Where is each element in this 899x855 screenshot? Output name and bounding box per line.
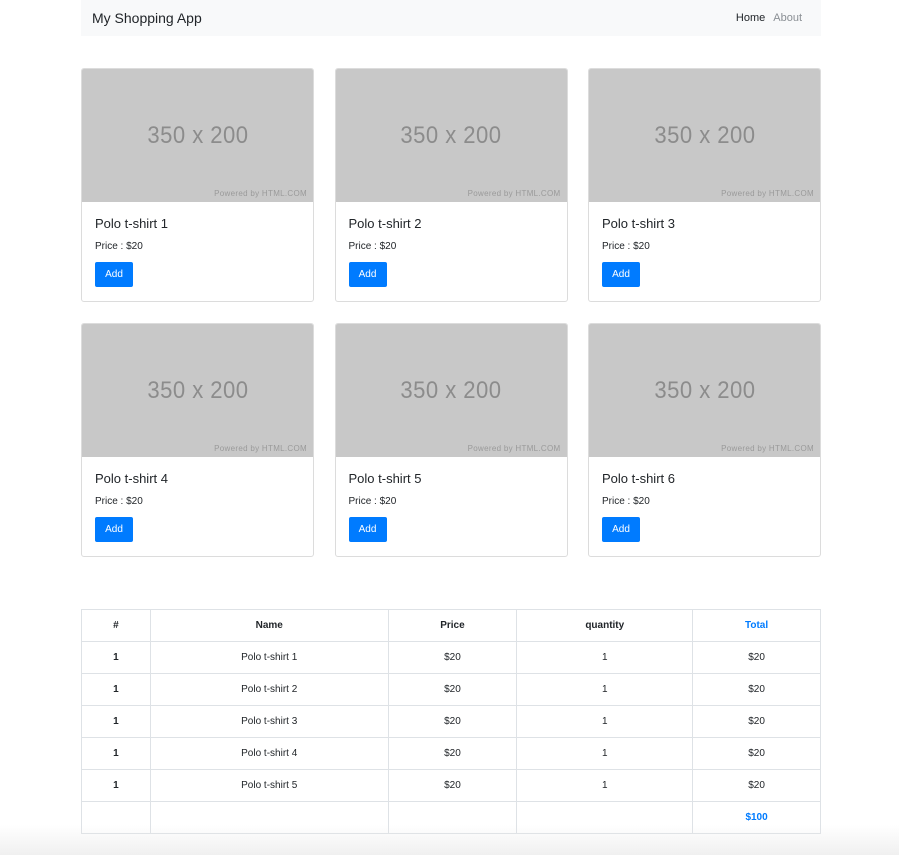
product-card: 350 x 200 Powered by HTML.COM Polo t-shi… (588, 68, 821, 302)
image-size-label: 350 x 200 (146, 121, 249, 149)
product-price: Price : $20 (95, 241, 143, 252)
cart-header-row: # Name Price quantity Total (81, 609, 821, 642)
image-size-label: 350 x 200 (653, 376, 756, 404)
card-body: Polo t-shirt 2 Price : $20 Add (336, 202, 567, 301)
cell-index: 1 (81, 673, 151, 706)
product-price: Price : $20 (602, 241, 650, 252)
cell-total: $20 (692, 673, 821, 706)
col-header-name: Name (149, 609, 389, 642)
cell-total: $20 (692, 705, 821, 738)
product-title: Polo t-shirt 3 (602, 216, 675, 231)
cell-name: Polo t-shirt 2 (149, 673, 389, 706)
product-card: 350 x 200 Powered by HTML.COM Polo t-shi… (334, 323, 568, 557)
table-row: 1 Polo t-shirt 3 $20 1 $20 (81, 705, 821, 738)
nav-link-home[interactable]: Home (732, 12, 769, 24)
cell-quantity: 1 (516, 769, 694, 802)
nav-links: Home About (732, 12, 806, 24)
card-body: Polo t-shirt 3 Price : $20 Add (589, 202, 820, 301)
cell-price: $20 (387, 705, 518, 738)
product-grid: 350 x 200 Powered by HTML.COM Polo t-shi… (81, 68, 821, 557)
image-credit: Powered by HTML.COM (721, 444, 814, 453)
product-card: 350 x 200 Powered by HTML.COM Polo t-shi… (81, 68, 314, 302)
image-credit: Powered by HTML.COM (214, 189, 307, 198)
cell-price: $20 (387, 737, 518, 770)
image-size-label: 350 x 200 (400, 121, 502, 149)
product-image-placeholder: 350 x 200 Powered by HTML.COM (335, 69, 567, 202)
table-row: 1 Polo t-shirt 2 $20 1 $20 (81, 673, 821, 706)
cell-name: Polo t-shirt 4 (149, 737, 389, 770)
add-to-cart-button[interactable]: Add (95, 262, 133, 287)
cell-index: 1 (81, 641, 151, 674)
card-body: Polo t-shirt 6 Price : $20 Add (589, 457, 820, 556)
image-size-label: 350 x 200 (146, 376, 249, 404)
cell-index: 1 (81, 737, 151, 770)
product-price: Price : $20 (95, 496, 143, 507)
table-row: 1 Polo t-shirt 1 $20 1 $20 (81, 641, 821, 674)
product-image-placeholder: 350 x 200 Powered by HTML.COM (589, 69, 820, 202)
product-title: Polo t-shirt 5 (348, 471, 422, 486)
cell-name: Polo t-shirt 1 (149, 641, 389, 674)
product-card: 350 x 200 Powered by HTML.COM Polo t-shi… (334, 68, 568, 302)
cell-quantity: 1 (516, 673, 694, 706)
cell-index: 1 (81, 769, 151, 802)
product-image-placeholder: 350 x 200 Powered by HTML.COM (82, 324, 313, 457)
cell-name: Polo t-shirt 5 (149, 769, 389, 802)
card-body: Polo t-shirt 4 Price : $20 Add (82, 457, 313, 556)
cell-total: $20 (692, 641, 821, 674)
image-credit: Powered by HTML.COM (467, 444, 561, 453)
col-header-price: Price (387, 609, 518, 642)
cell-quantity: 1 (516, 705, 694, 738)
add-to-cart-button[interactable]: Add (95, 517, 133, 542)
card-body: Polo t-shirt 1 Price : $20 Add (82, 202, 313, 301)
nav-link-about[interactable]: About (769, 12, 806, 24)
add-to-cart-button[interactable]: Add (602, 517, 640, 542)
brand-title[interactable]: My Shopping App (92, 10, 202, 26)
product-card: 350 x 200 Powered by HTML.COM Polo t-shi… (81, 323, 314, 557)
cell-price: $20 (387, 673, 518, 706)
cell-price: $20 (387, 641, 518, 674)
navbar: My Shopping App Home About (81, 0, 821, 36)
cell-total: $20 (692, 769, 821, 802)
cell-quantity: 1 (516, 641, 694, 674)
table-row: 1 Polo t-shirt 4 $20 1 $20 (81, 737, 821, 770)
add-to-cart-button[interactable]: Add (348, 517, 387, 542)
product-image-placeholder: 350 x 200 Powered by HTML.COM (82, 69, 313, 202)
card-body: Polo t-shirt 5 Price : $20 Add (336, 457, 567, 556)
product-title: Polo t-shirt 2 (348, 216, 422, 231)
col-header-index: # (81, 609, 151, 642)
cell-total: $20 (692, 737, 821, 770)
col-header-quantity: quantity (516, 609, 694, 642)
cell-quantity: 1 (516, 737, 694, 770)
image-size-label: 350 x 200 (653, 121, 756, 149)
product-price: Price : $20 (602, 496, 650, 507)
cell-price: $20 (387, 769, 518, 802)
add-to-cart-button[interactable]: Add (348, 262, 387, 287)
image-credit: Powered by HTML.COM (214, 444, 307, 453)
image-size-label: 350 x 200 (400, 376, 502, 404)
bottom-edge-shadow (0, 825, 899, 855)
col-header-total: Total (692, 609, 821, 642)
product-image-placeholder: 350 x 200 Powered by HTML.COM (589, 324, 820, 457)
image-credit: Powered by HTML.COM (467, 189, 561, 198)
cell-index: 1 (81, 705, 151, 738)
product-title: Polo t-shirt 6 (602, 471, 675, 486)
product-price: Price : $20 (348, 496, 397, 507)
product-price: Price : $20 (348, 241, 397, 252)
cart-table: # Name Price quantity Total 1 Polo t-shi… (81, 609, 821, 834)
image-credit: Powered by HTML.COM (721, 189, 814, 198)
cell-name: Polo t-shirt 3 (149, 705, 389, 738)
add-to-cart-button[interactable]: Add (602, 262, 640, 287)
product-title: Polo t-shirt 4 (95, 471, 168, 486)
product-image-placeholder: 350 x 200 Powered by HTML.COM (335, 324, 567, 457)
product-title: Polo t-shirt 1 (95, 216, 168, 231)
product-card: 350 x 200 Powered by HTML.COM Polo t-shi… (588, 323, 821, 557)
table-row: 1 Polo t-shirt 5 $20 1 $20 (81, 769, 821, 802)
